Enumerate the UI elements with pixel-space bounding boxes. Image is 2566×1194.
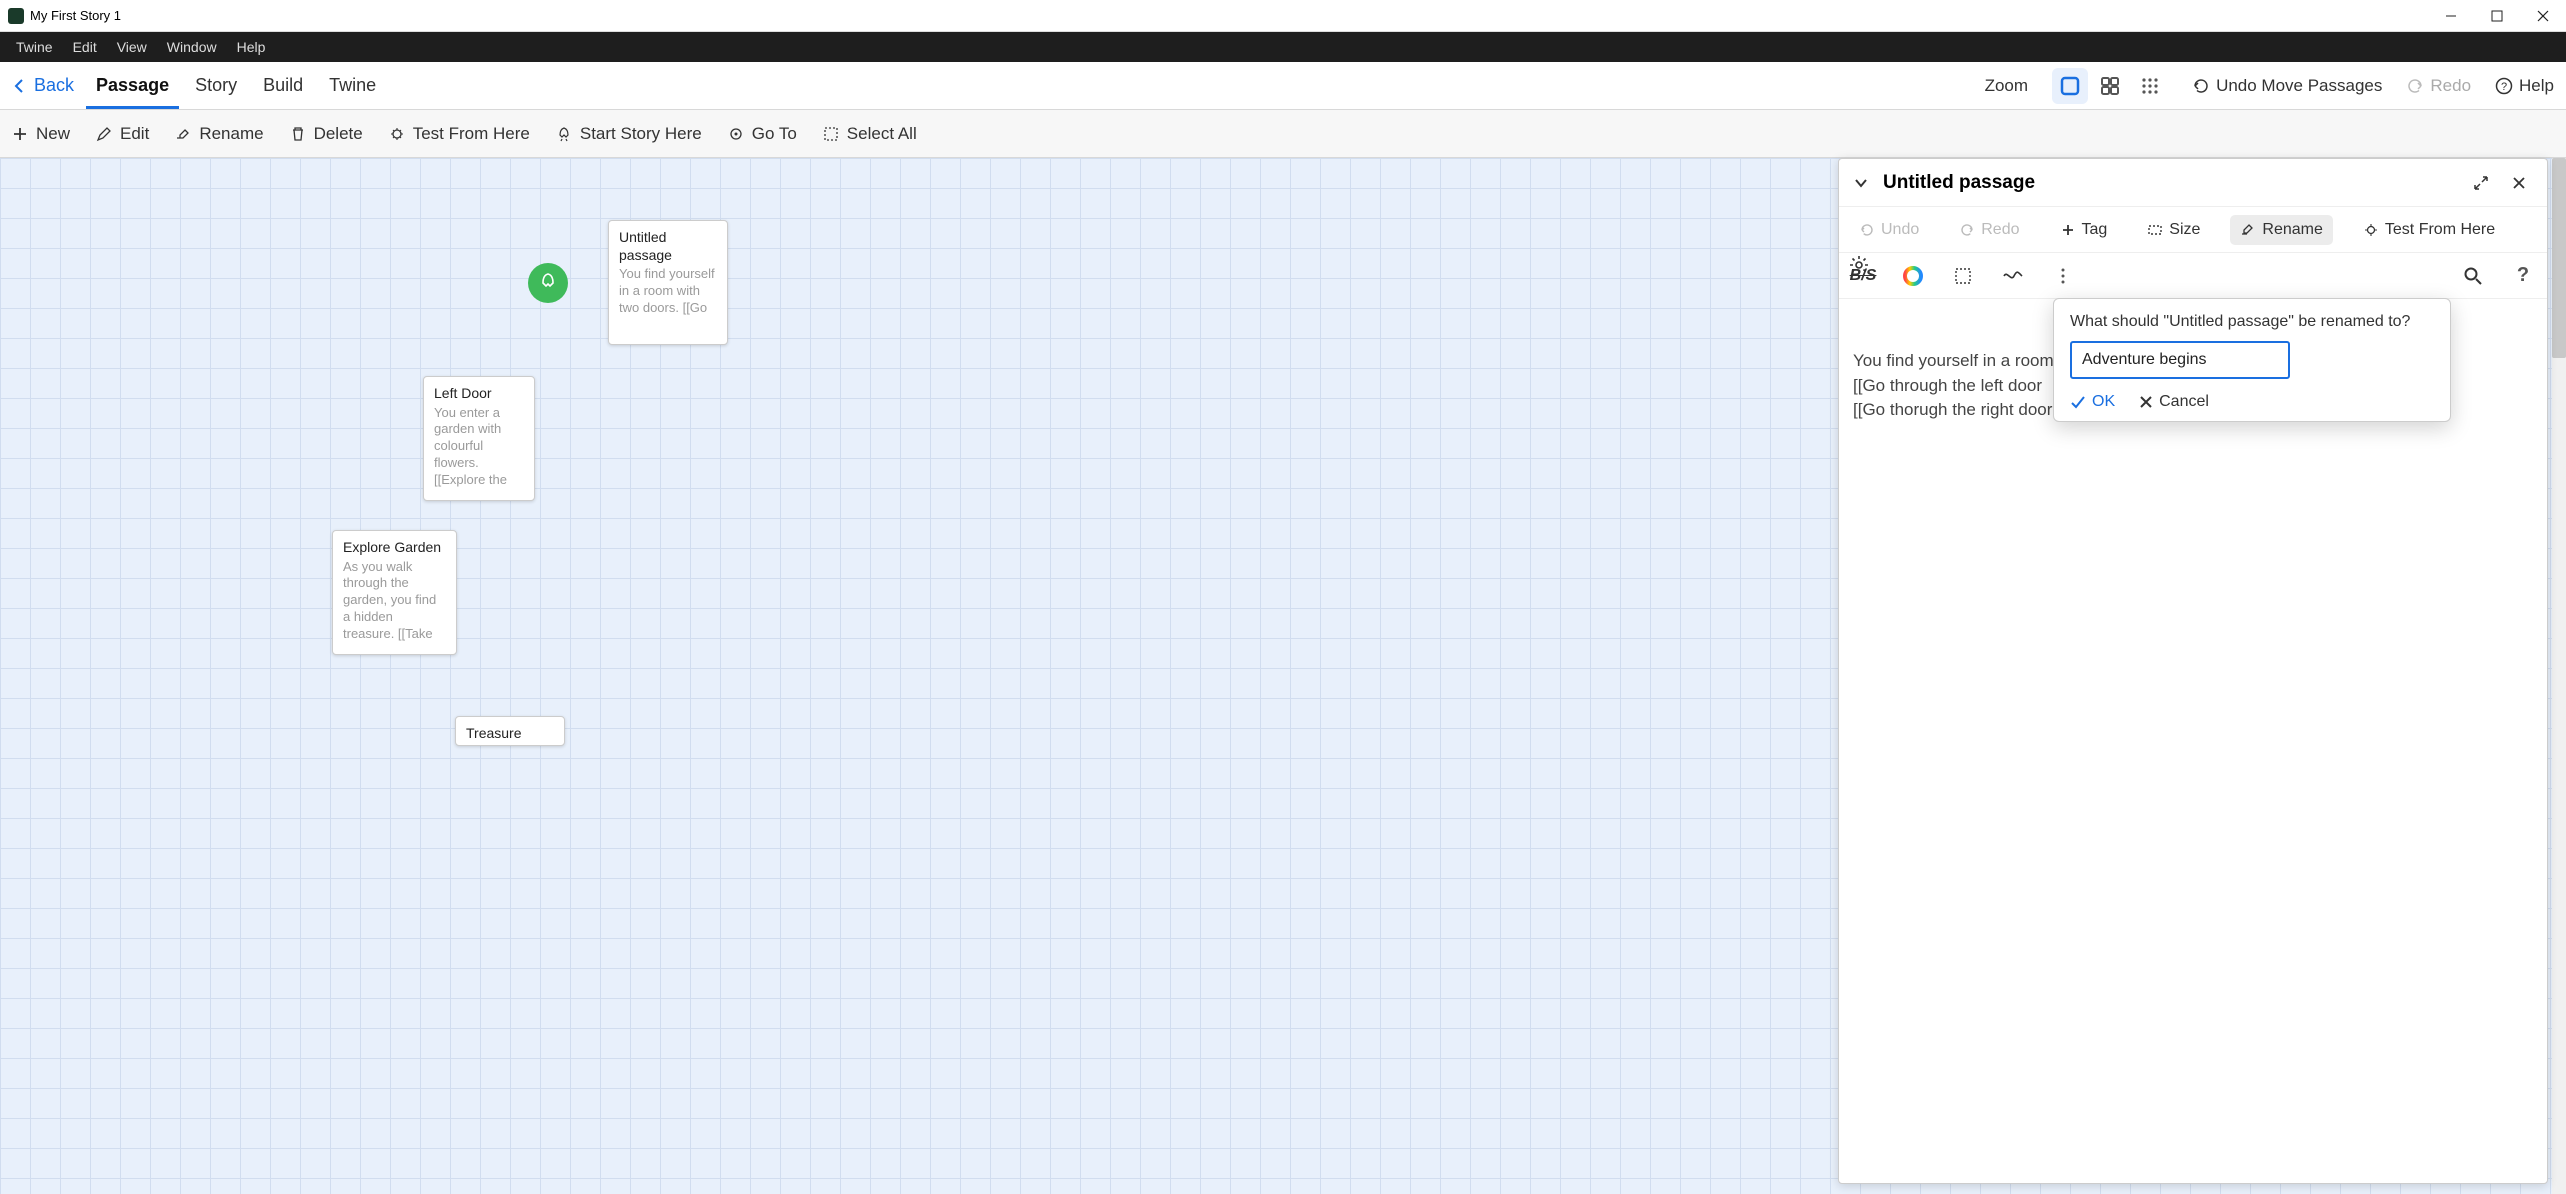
select-all-button[interactable]: Select All <box>823 124 917 144</box>
tab-passage[interactable]: Passage <box>92 63 173 108</box>
passage-title: Untitled passage <box>619 229 717 264</box>
passage-preview: You enter a garden with colourful flower… <box>434 405 524 489</box>
redo-icon <box>2406 77 2424 95</box>
passage-card-untitled[interactable]: Untitled passage You find yourself in a … <box>608 220 728 345</box>
panel-title: Untitled passage <box>1883 172 2457 194</box>
window-controls <box>2428 0 2566 31</box>
tab-build[interactable]: Build <box>259 63 307 108</box>
delete-button[interactable]: Delete <box>290 124 363 144</box>
zoom-label: Zoom <box>1985 76 2028 96</box>
edit-button[interactable]: Edit <box>96 124 149 144</box>
menu-twine[interactable]: Twine <box>6 32 63 62</box>
check-icon <box>2070 394 2086 410</box>
border-icon[interactable] <box>1949 262 1977 290</box>
panel-undo-button[interactable]: Undo <box>1849 215 1929 245</box>
close-icon <box>2139 395 2153 409</box>
zoom-medium-button[interactable] <box>2092 68 2128 104</box>
zoom-group <box>2052 68 2168 104</box>
rename-dialog: What should "Untitled passage" be rename… <box>2053 298 2451 422</box>
bug-icon <box>389 126 405 142</box>
close-button[interactable] <box>2520 0 2566 31</box>
help-icon[interactable]: ? <box>2509 262 2537 290</box>
pencil-icon <box>96 126 112 142</box>
undo-button[interactable]: Undo Move Passages <box>2192 76 2382 96</box>
rocket-icon <box>556 126 572 142</box>
ok-button[interactable]: OK <box>2070 393 2115 411</box>
maximize-button[interactable] <box>2474 0 2520 31</box>
passage-title: Explore Garden <box>343 539 446 557</box>
passage-title: Treasure <box>466 725 554 743</box>
minimize-button[interactable] <box>2428 0 2474 31</box>
panel-rename-button[interactable]: Rename <box>2230 215 2332 245</box>
panel-format-bar: B/S ? <box>1839 253 2547 299</box>
menu-edit[interactable]: Edit <box>63 32 107 62</box>
toolbar: New Edit Rename Delete Test From Here St… <box>0 110 2566 158</box>
close-panel-button[interactable] <box>2505 169 2533 197</box>
passage-card-explore-garden[interactable]: Explore Garden As you walk through the g… <box>332 530 457 655</box>
menubar: Twine Edit View Window Help <box>0 32 2566 62</box>
panel-toolbar: Undo Redo Tag Size Rename Test From Here <box>1839 207 2547 253</box>
rename-question: What should "Untitled passage" be rename… <box>2070 313 2434 331</box>
passage-title: Left Door <box>434 385 524 403</box>
plus-icon <box>12 126 28 142</box>
trash-icon <box>290 126 306 142</box>
new-button[interactable]: New <box>12 124 70 144</box>
back-button[interactable]: Back <box>12 75 74 96</box>
passage-preview: As you walk through the garden, you find… <box>343 559 446 643</box>
bug-icon <box>2363 222 2379 238</box>
target-icon <box>728 126 744 142</box>
start-badge <box>528 263 568 303</box>
plus-icon <box>2060 222 2076 238</box>
scrollbar-thumb[interactable] <box>2552 158 2566 358</box>
undo-icon <box>2192 77 2210 95</box>
undo-icon <box>1859 222 1875 238</box>
rename-button[interactable]: Rename <box>175 124 263 144</box>
rename-icon <box>2240 222 2256 238</box>
panel-header: Untitled passage <box>1839 159 2547 207</box>
start-story-here-button[interactable]: Start Story Here <box>556 124 702 144</box>
svg-text:?: ? <box>2501 81 2507 93</box>
select-all-icon <box>823 126 839 142</box>
chevron-down-icon[interactable] <box>1853 175 1869 191</box>
redo-icon <box>1959 222 1975 238</box>
panel-redo-button[interactable]: Redo <box>1949 215 2029 245</box>
color-wheel-icon[interactable] <box>1899 262 1927 290</box>
tab-twine[interactable]: Twine <box>325 63 380 108</box>
menu-window[interactable]: Window <box>157 32 227 62</box>
vertical-scrollbar[interactable] <box>2552 158 2566 1194</box>
cancel-button[interactable]: Cancel <box>2139 393 2209 411</box>
app-icon <box>8 8 24 24</box>
passage-card-left-door[interactable]: Left Door You enter a garden with colour… <box>423 376 535 501</box>
search-icon[interactable] <box>2459 262 2487 290</box>
zoom-small-button[interactable] <box>2132 68 2168 104</box>
rocket-icon <box>537 272 559 294</box>
menu-view[interactable]: View <box>107 32 157 62</box>
window-title: My First Story 1 <box>30 8 121 23</box>
panel-tag-button[interactable]: Tag <box>2050 215 2118 245</box>
gear-icon[interactable] <box>1849 255 1869 280</box>
arrow-left-icon <box>12 78 28 94</box>
zoom-large-button[interactable] <box>2052 68 2088 104</box>
panel-test-button[interactable]: Test From Here <box>2353 215 2505 245</box>
help-button[interactable]: ? Help <box>2495 76 2554 96</box>
expand-button[interactable] <box>2467 169 2495 197</box>
titlebar: My First Story 1 <box>0 0 2566 32</box>
panel-size-button[interactable]: Size <box>2137 215 2210 245</box>
more-format-icon[interactable] <box>2049 262 2077 290</box>
goto-button[interactable]: Go To <box>728 124 797 144</box>
rename-icon <box>175 126 191 142</box>
rename-input[interactable] <box>2070 341 2290 379</box>
tab-story[interactable]: Story <box>191 63 241 108</box>
transition-icon[interactable] <box>1999 262 2027 290</box>
passage-card-treasure[interactable]: Treasure <box>455 716 565 746</box>
help-icon: ? <box>2495 77 2513 95</box>
size-icon <box>2147 222 2163 238</box>
tabstrip: Back Passage Story Build Twine Zoom Undo… <box>0 62 2566 110</box>
passage-preview: You find yourself in a room with two doo… <box>619 266 717 317</box>
redo-button[interactable]: Redo <box>2406 76 2471 96</box>
test-from-here-button[interactable]: Test From Here <box>389 124 530 144</box>
menu-help[interactable]: Help <box>227 32 276 62</box>
